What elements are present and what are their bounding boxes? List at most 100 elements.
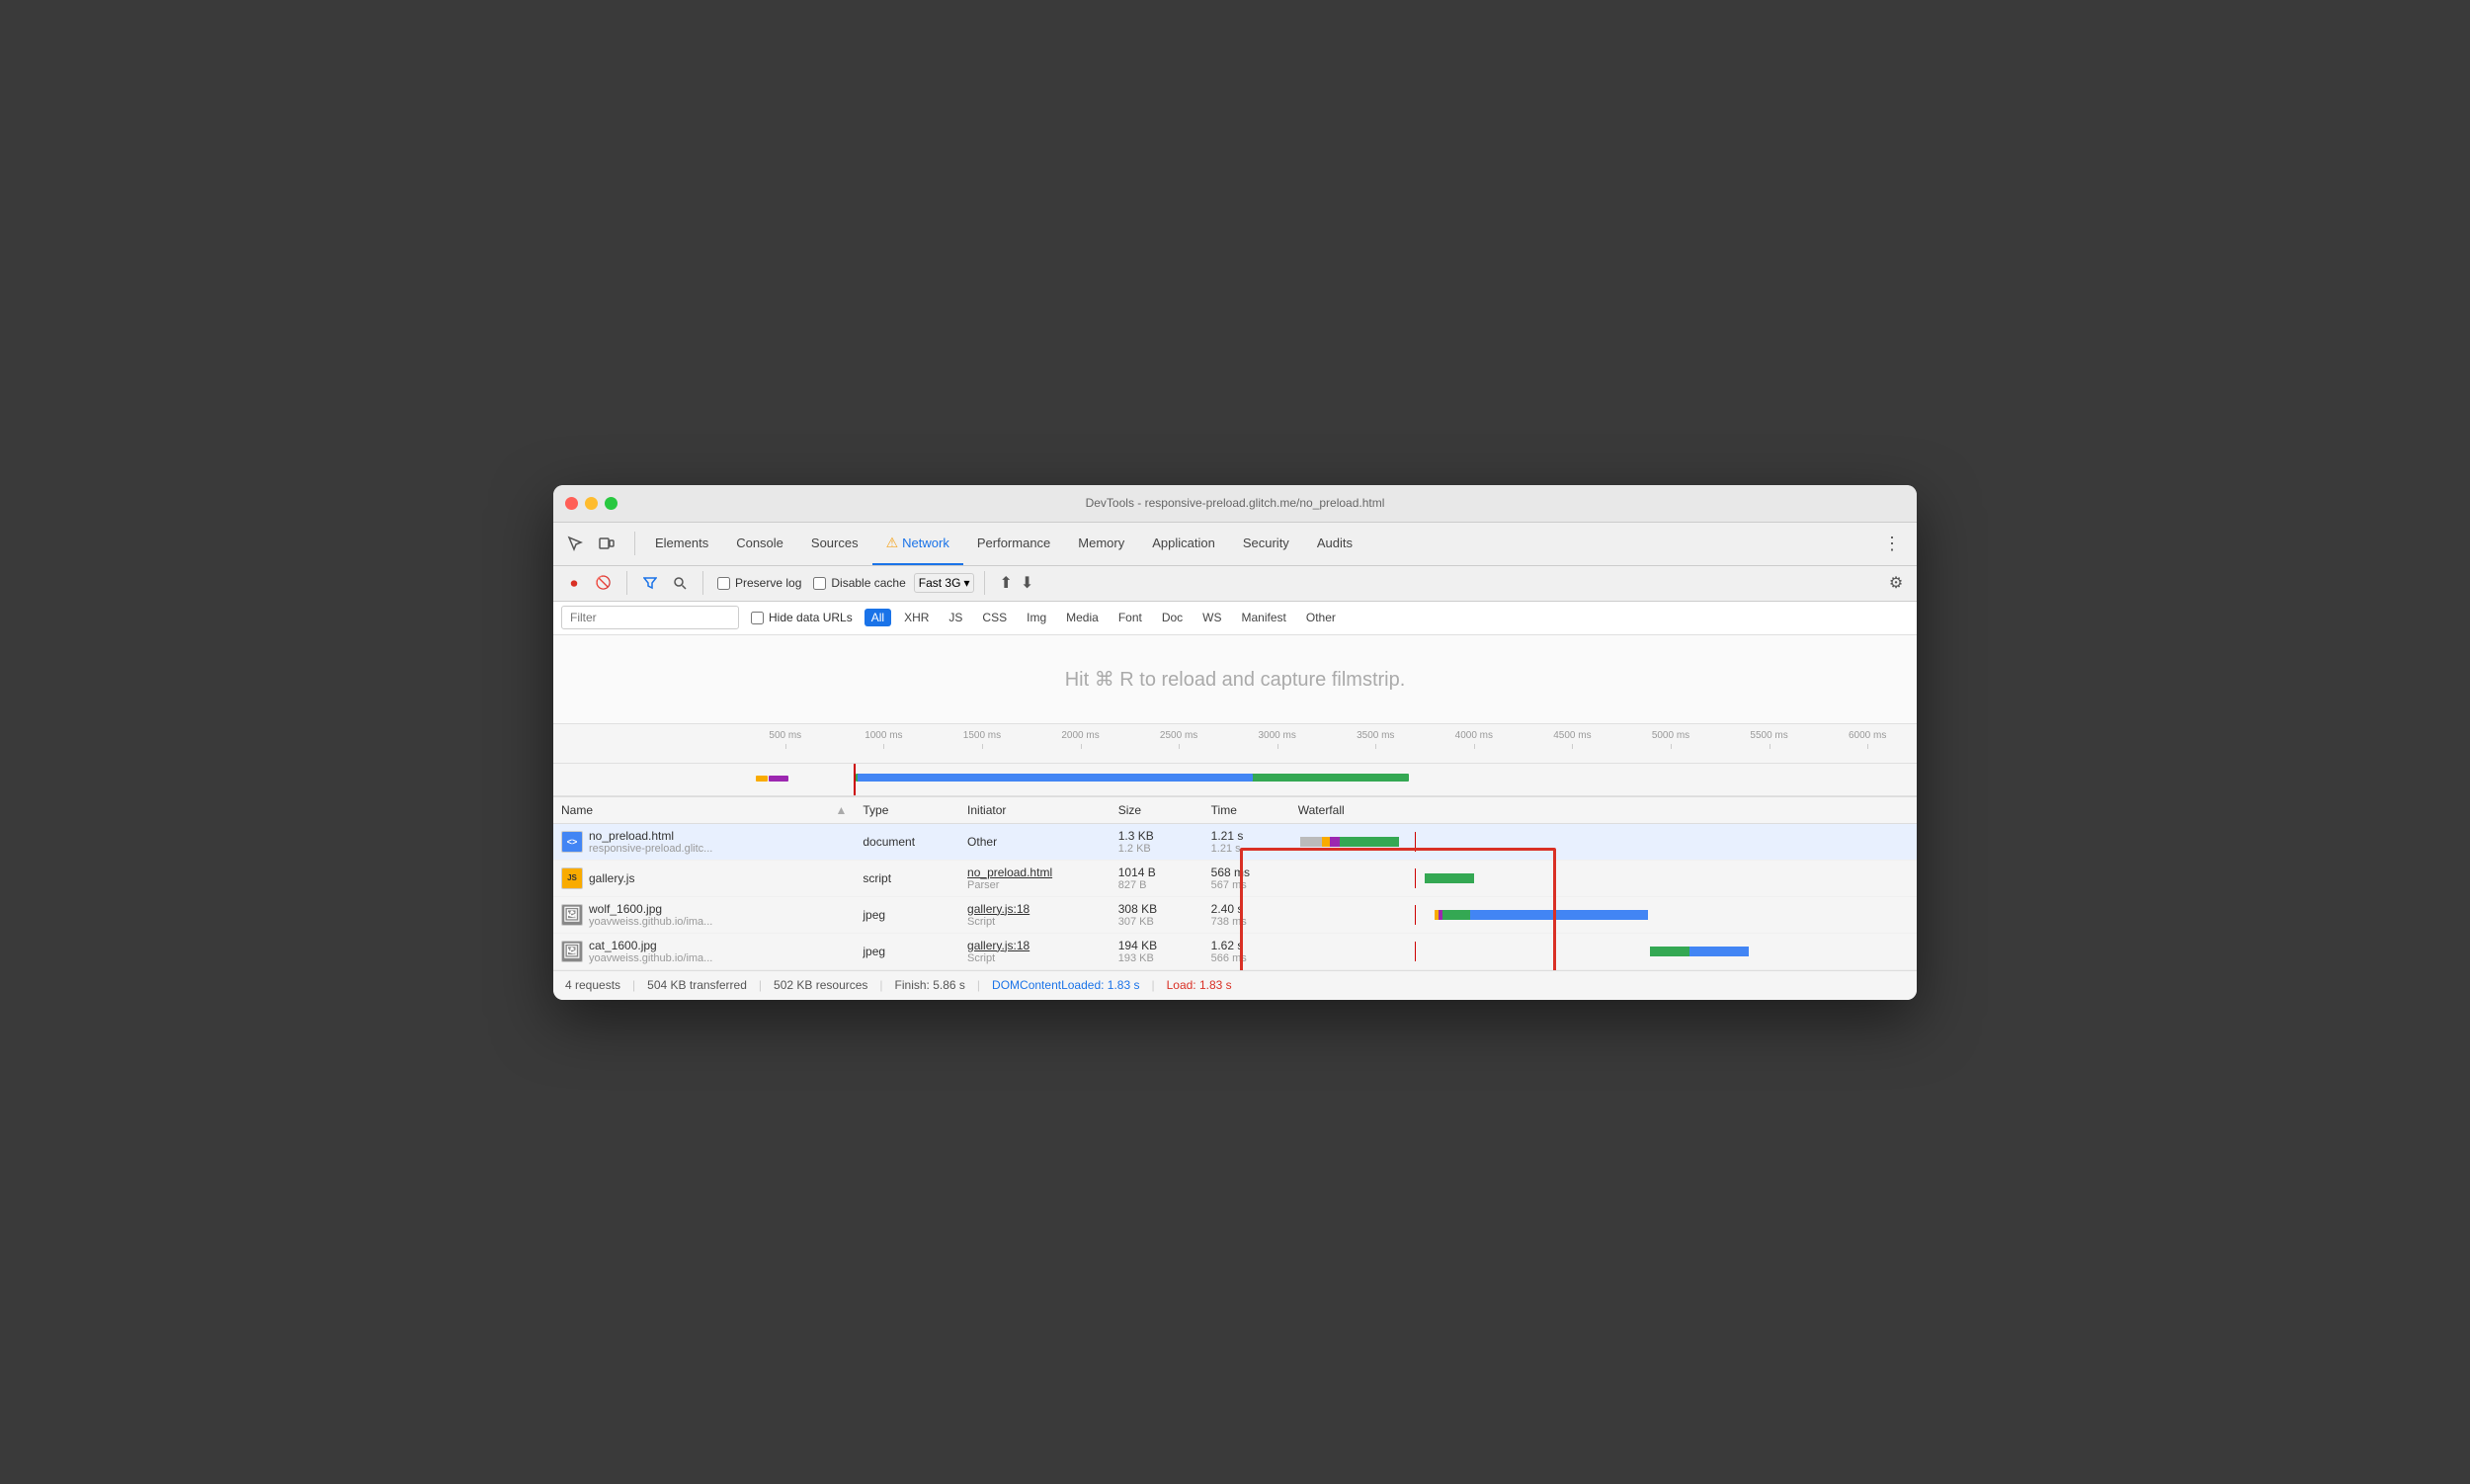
status-finish: Finish: 5.86 s [895,978,965,992]
requests-table: Name ▲ Type Initiator Size Time Waterfal… [553,796,1917,970]
cell-name-2: 🖼 wolf_1600.jpg yoavweiss.github.io/ima.… [553,896,855,933]
waterfall-1 [1298,868,1909,888]
filter-tag-xhr[interactable]: XHR [897,609,936,626]
status-load: Load: 1.83 s [1167,978,1232,992]
filter-tag-ws[interactable]: WS [1195,609,1228,626]
cell-type-2: jpeg [855,896,959,933]
more-tabs-button[interactable]: ⋮ [1875,534,1909,554]
cell-waterfall-2 [1290,896,1917,933]
table-row[interactable]: JS gallery.js script no_preload.html Par… [553,860,1917,896]
search-icon[interactable] [667,570,693,596]
wf-vline-2 [1415,905,1416,925]
filter-tag-css[interactable]: CSS [975,609,1014,626]
disable-cache-checkbox[interactable] [813,577,826,590]
wf-seg-blue-3 [1689,947,1749,956]
tab-elements[interactable]: Elements [641,522,722,565]
tab-audits[interactable]: Audits [1303,522,1366,565]
table-row[interactable]: 🖼 cat_1600.jpg yoavweiss.github.io/ima..… [553,933,1917,969]
tab-performance[interactable]: Performance [963,522,1064,565]
filter-tag-img[interactable]: Img [1020,609,1053,626]
table-row[interactable]: <> no_preload.html responsive-preload.gl… [553,823,1917,860]
wf-seg-green-2 [1442,910,1470,920]
table-row[interactable]: 🖼 wolf_1600.jpg yoavweiss.github.io/ima.… [553,896,1917,933]
file-icon-js: JS [561,867,583,889]
tick-4500: 4500 ms [1523,730,1622,741]
import-button[interactable]: ⬆ [999,573,1012,593]
filename-0: no_preload.html [589,829,712,843]
toolbar-divider2 [702,571,703,595]
tab-network[interactable]: ⚠ Network [872,522,963,565]
col-name: Name ▲ [553,796,855,823]
tick-500: 500 ms [736,730,835,741]
cell-size-0: 1.3 KB 1.2 KB [1111,823,1203,860]
file-icon-jpg-wolf: 🖼 [561,904,583,926]
ruler-ticks: 500 ms 1000 ms 1500 ms 2000 ms 2500 ms 3… [553,730,1917,741]
cell-name-0: <> no_preload.html responsive-preload.gl… [553,823,855,860]
toolbar-divider1 [626,571,627,595]
nav-tabs: Elements Console Sources ⚠ Network Perfo… [641,522,1875,565]
waterfall-3 [1298,942,1909,961]
filter-tag-media[interactable]: Media [1059,609,1106,626]
filter-tag-js[interactable]: JS [942,609,969,626]
filter-icon[interactable] [637,570,663,596]
wf-seg-purple-0 [1330,837,1340,847]
wf-seg-dl-2 [1470,910,1648,920]
cell-initiator-1: no_preload.html Parser [959,860,1111,896]
nav-bar: Elements Console Sources ⚠ Network Perfo… [553,523,1917,566]
waterfall-2 [1298,905,1909,925]
tab-sources[interactable]: Sources [797,522,872,565]
tab-security[interactable]: Security [1229,522,1303,565]
hide-data-urls-checkbox[interactable] [751,612,764,624]
status-domcontent: DOMContentLoaded: 1.83 s [992,978,1139,992]
col-waterfall: Waterfall [1290,796,1917,823]
tab-console[interactable]: Console [722,522,797,565]
filter-bar: Hide data URLs All XHR JS CSS Img Media … [553,602,1917,635]
cell-size-2: 308 KB 307 KB [1111,896,1203,933]
waterfall-0 [1298,832,1909,852]
close-button[interactable] [565,497,578,510]
cell-type-0: document [855,823,959,860]
device-icon[interactable] [593,530,620,557]
minimize-button[interactable] [585,497,598,510]
cell-name-3: 🖼 cat_1600.jpg yoavweiss.github.io/ima..… [553,933,855,969]
cell-time-1: 568 ms 567 ms [1203,860,1290,896]
filter-tag-doc[interactable]: Doc [1155,609,1190,626]
disable-cache-label[interactable]: Disable cache [809,576,909,590]
filmstrip-hint: Hit ⌘ R to reload and capture filmstrip. [1065,667,1406,692]
network-toolbar: ⏺ 🚫 Preserve log Disable cache Fast 3G ▾ [553,566,1917,602]
col-time: Time [1203,796,1290,823]
warning-icon: ⚠ [886,535,899,551]
cell-initiator-2: gallery.js:18 Script [959,896,1111,933]
filter-tag-font[interactable]: Font [1112,609,1149,626]
throttle-select[interactable]: Fast 3G ▾ [914,573,975,593]
wf-vline-3 [1415,942,1416,961]
settings-button[interactable]: ⚙ [1883,570,1909,596]
filter-tag-other[interactable]: Other [1299,609,1343,626]
tab-application[interactable]: Application [1138,522,1229,565]
preserve-log-label[interactable]: Preserve log [713,576,805,590]
record-button[interactable]: ⏺ [561,570,587,596]
inspect-icon[interactable] [561,530,589,557]
filter-tag-all[interactable]: All [864,609,891,626]
timeline-bar-purple [769,776,788,782]
status-transferred: 504 KB transferred [647,978,747,992]
fileurl-2: yoavweiss.github.io/ima... [589,916,712,928]
tick-1000: 1000 ms [835,730,934,741]
file-icon-html: <> [561,831,583,853]
export-button[interactable]: ⬇ [1021,573,1033,593]
filter-tag-manifest[interactable]: Manifest [1235,609,1293,626]
timeline-bars [553,764,1917,795]
filter-input[interactable] [561,606,739,629]
tab-memory[interactable]: Memory [1064,522,1138,565]
tick-6000: 6000 ms [1818,730,1917,741]
chevron-down-icon: ▾ [963,576,969,590]
fileurl-3: yoavweiss.github.io/ima... [589,952,712,964]
clear-button[interactable]: 🚫 [591,570,617,596]
col-type: Type [855,796,959,823]
preserve-log-checkbox[interactable] [717,577,730,590]
hide-data-urls-label[interactable]: Hide data URLs [747,611,857,624]
status-bar: 4 requests | 504 KB transferred | 502 KB… [553,970,1917,1000]
maximize-button[interactable] [605,497,618,510]
cell-time-3: 1.62 s 566 ms [1203,933,1290,969]
filename-2: wolf_1600.jpg [589,902,712,916]
